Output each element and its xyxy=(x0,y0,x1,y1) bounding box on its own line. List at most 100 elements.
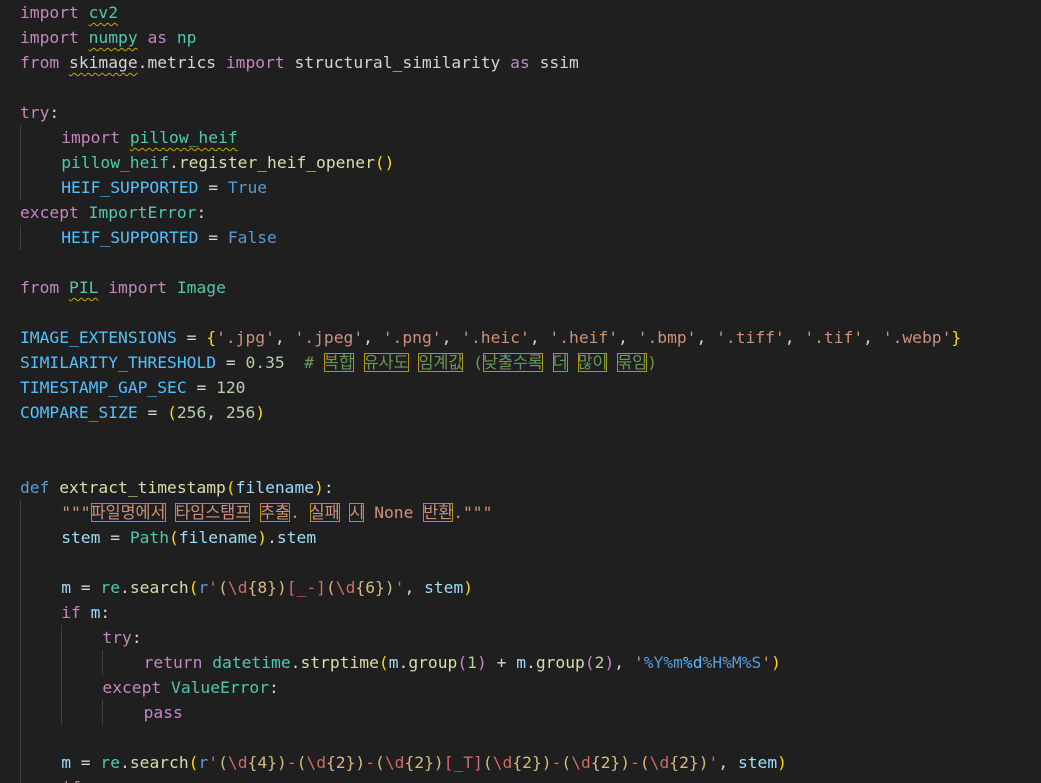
code-token: \d xyxy=(571,753,591,772)
code-token: def xyxy=(20,478,60,497)
indent-guide xyxy=(20,675,21,700)
code-line[interactable]: pass xyxy=(144,700,183,725)
code-line[interactable]: try: xyxy=(20,100,59,125)
code-token: ( xyxy=(325,578,336,597)
indent-guide xyxy=(20,775,21,783)
code-token: 시 xyxy=(349,503,365,522)
code-token: ' xyxy=(633,653,644,672)
code-token: {6} xyxy=(355,578,385,597)
code-token: - xyxy=(365,753,376,772)
code-token: ( xyxy=(218,578,228,597)
code-token: ( xyxy=(218,753,228,772)
code-token: ( xyxy=(378,653,389,672)
code-token: , xyxy=(614,653,634,672)
code-token: ( xyxy=(561,753,572,772)
code-token: register_heif_opener xyxy=(178,153,375,172)
code-token: re xyxy=(100,753,121,772)
code-token: , xyxy=(784,328,805,347)
code-token: ssim xyxy=(539,53,579,72)
indent-guide xyxy=(20,150,21,175)
code-token: ) xyxy=(698,753,709,772)
code-line[interactable]: COMPARE_SIZE = (256, 256) xyxy=(20,400,265,425)
code-token: : xyxy=(49,103,60,122)
code-token: return xyxy=(143,653,213,672)
code-token: , xyxy=(206,403,226,422)
code-line[interactable]: stem = Path(filename).stem xyxy=(61,525,316,550)
code-token: '.png' xyxy=(382,328,442,347)
code-line[interactable]: from skimage.metrics import structural_s… xyxy=(20,50,579,75)
code-token: - xyxy=(286,753,297,772)
code-token: } xyxy=(951,328,962,347)
code-line[interactable]: m = re.search(r'(\d{8})[_-](\d{6})', ste… xyxy=(61,575,473,600)
code-token: ) xyxy=(476,653,487,672)
code-token: ( xyxy=(188,753,199,772)
code-token: () xyxy=(374,153,395,172)
code-token: 추출 xyxy=(260,503,291,522)
code-token: search xyxy=(129,578,189,597)
code-line[interactable]: import cv2 xyxy=(20,0,118,25)
code-token: '.tiff' xyxy=(716,328,785,347)
code-token: 임계값 xyxy=(418,353,464,372)
code-token: except xyxy=(20,203,89,222)
code-token: ) xyxy=(355,753,366,772)
code-token: , xyxy=(618,328,638,347)
code-line[interactable]: try: xyxy=(102,625,141,650)
code-line[interactable]: except ValueError: xyxy=(102,675,278,700)
code-token: \d xyxy=(492,753,513,772)
code-token: None xyxy=(364,503,424,522)
code-line[interactable]: HEIF_SUPPORTED = True xyxy=(61,175,267,200)
code-line[interactable]: pillow_heif.register_heif_opener() xyxy=(61,150,394,175)
code-token: : xyxy=(196,203,207,222)
code-token: ( xyxy=(584,653,595,672)
code-editor[interactable]: import cv2 import numpy as np from skimage… xyxy=(0,0,1041,783)
code-token: %d xyxy=(682,653,703,672)
code-line[interactable]: IMAGE_EXTENSIONS = {'.jpg', '.jpeg', '.p… xyxy=(20,325,961,350)
code-token: True xyxy=(227,178,268,197)
code-token: . xyxy=(290,653,301,672)
code-token: COMPARE_SIZE xyxy=(20,403,138,422)
indent-guide xyxy=(61,700,63,725)
code-token: extract_timestamp xyxy=(59,478,226,497)
code-line[interactable]: """파일명에서 타임스탬프 추출. 실패 시 None 반환.""" xyxy=(61,500,492,525)
code-token: , xyxy=(718,753,738,772)
code-token: m xyxy=(516,653,526,672)
code-line[interactable]: HEIF_SUPPORTED = False xyxy=(61,225,277,250)
code-line[interactable]: if xyxy=(61,775,81,783)
code-token: '.webp' xyxy=(882,328,952,347)
code-token: ValueError xyxy=(171,678,270,697)
code-token: """ xyxy=(61,503,91,522)
code-line[interactable]: def extract_timestamp(filename): xyxy=(20,475,334,500)
code-line[interactable]: if m: xyxy=(61,600,110,625)
code-token: structural_similarity xyxy=(294,53,501,72)
code-token: 2 xyxy=(594,653,605,672)
code-token: \d xyxy=(227,578,248,597)
code-token: ( xyxy=(375,753,385,772)
code-token: : xyxy=(100,603,111,622)
code-token: '.bmp' xyxy=(637,328,697,347)
code-token: ImportError xyxy=(88,203,197,222)
indent-guide xyxy=(61,650,63,675)
code-line[interactable]: import pillow_heif xyxy=(61,125,237,150)
code-line[interactable]: TIMESTAMP_GAP_SEC = 120 xyxy=(20,375,245,400)
code-token: . xyxy=(526,653,536,672)
code-line[interactable]: from PIL import Image xyxy=(20,275,226,300)
code-token: import xyxy=(216,53,295,72)
code-token: stem xyxy=(276,528,317,547)
code-token: {4} xyxy=(247,753,277,772)
code-token: ( xyxy=(225,478,236,497)
code-token: Path xyxy=(129,528,170,547)
code-line[interactable]: except ImportError: xyxy=(20,200,206,225)
code-line[interactable]: SIMILARITY_THRESHOLD = 0.35 # 복합 유사도 임계값… xyxy=(20,350,657,375)
code-line[interactable]: m = re.search(r'(\d{4})-(\d{2})-(\d{2})[… xyxy=(61,750,787,775)
code-line[interactable]: return datetime.strptime(m.group(1) + m.… xyxy=(144,650,781,675)
code-token: if xyxy=(61,778,81,783)
code-token: 반환 xyxy=(423,503,454,522)
code-token: 0.35 xyxy=(245,353,285,372)
code-token: filename xyxy=(178,528,258,547)
indent-guide xyxy=(20,575,21,600)
code-line[interactable]: import numpy as np xyxy=(20,25,196,50)
code-token: 실패 xyxy=(309,503,340,522)
code-token: import xyxy=(20,28,89,47)
